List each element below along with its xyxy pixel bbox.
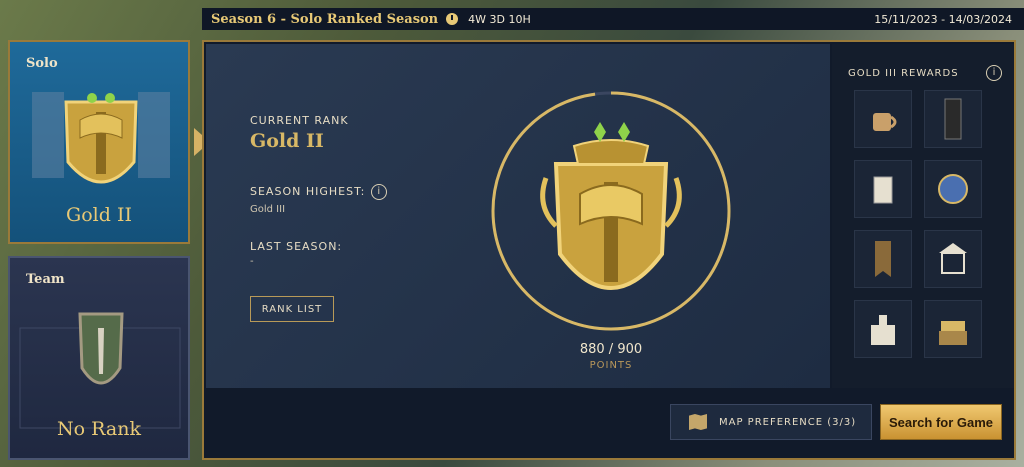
reward-banner[interactable] [854,230,912,288]
reward-treasure[interactable] [924,300,982,358]
reward-carousel[interactable] [924,230,982,288]
rank-progress-ring [491,91,731,331]
season-timer: 4W 3D 10H [468,12,531,26]
map-preference-button[interactable]: MAP PREFERENCE (3/3) [670,404,872,440]
season-highest-text: SEASON HIGHEST: [250,185,366,198]
carousel-icon [939,243,967,274]
rewards-title: GOLD III REWARDS [848,68,959,79]
reward-mug[interactable] [854,90,912,148]
current-rank-label: CURRENT RANK [250,114,349,127]
ranked-main-panel: CURRENT RANK Gold II SEASON HIGHEST: i Go… [202,40,1016,460]
search-for-game-button[interactable]: Search for Game [880,404,1002,440]
rank-points: 880 / 900 [579,342,643,357]
reward-lantern[interactable] [854,160,912,218]
rewards-info-icon[interactable]: i [986,65,1002,81]
card-icon [944,98,962,140]
lantern-icon [873,176,893,204]
rank-details-panel: CURRENT RANK Gold II SEASON HIGHEST: i Go… [206,44,830,388]
gold-shield-emblem-icon [540,122,682,290]
rewards-panel: GOLD III REWARDS i [832,44,1014,388]
points-label: POINTS [589,360,633,371]
map-icon [689,414,707,430]
treasure-icon [939,321,967,345]
season-dates: 15/11/2023 - 14/03/2024 [874,12,1012,26]
reward-emblem[interactable] [924,160,982,218]
current-rank-value: Gold II [250,130,324,152]
emblem-icon [938,174,968,204]
map-preference-label: MAP PREFERENCE (3/3) [719,416,857,428]
season-title: Season 6 - Solo Ranked Season [211,11,439,27]
solo-mode-card[interactable]: Solo Gold II [8,40,190,244]
season-highest-value: Gold III [250,204,286,215]
last-season-label: LAST SEASON: [250,240,343,253]
last-season-value: - [250,256,254,267]
castle-icon [871,315,895,345]
mug-icon [873,113,897,131]
rank-list-button[interactable]: RANK LIST [250,296,334,322]
clock-icon [446,13,459,25]
banner-icon [875,241,891,277]
info-icon[interactable]: i [371,184,388,200]
team-rank-name: No Rank [57,418,141,440]
team-mode-card[interactable]: Team No Rank [8,256,190,460]
solo-rank-name: Gold II [66,204,132,226]
reward-card[interactable] [924,90,982,148]
season-bar: Season 6 - Solo Ranked Season 4W 3D 10H … [202,8,1024,30]
reward-castle[interactable] [854,300,912,358]
season-highest-label: SEASON HIGHEST: i [250,184,388,200]
